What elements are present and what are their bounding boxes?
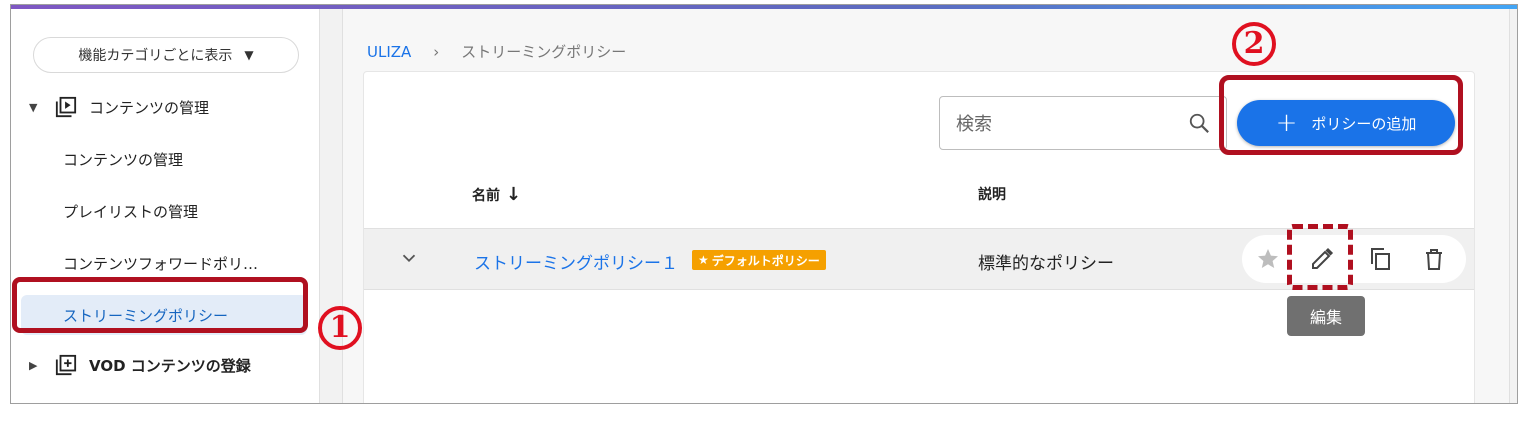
- caret-down-icon: ▼: [244, 48, 254, 62]
- sort-arrow-down-icon: ↓: [506, 184, 522, 205]
- video-library-icon: [55, 96, 77, 118]
- expand-triangle-right-icon: ▶: [29, 358, 38, 372]
- annotation-highlight-2: [1219, 75, 1463, 155]
- sidebar: 機能カテゴリごとに表示 ▼ ▼ コンテンツの管理 コンテンツの管理 プレイリスト…: [11, 9, 319, 403]
- sidebar-item-playlist[interactable]: プレイリストの管理: [63, 191, 299, 231]
- sidebar-item-label: コンテンツの管理: [63, 150, 184, 169]
- sidebar-group-label: VOD コンテンツの登録: [89, 356, 251, 375]
- column-header-name[interactable]: 名前 ↓: [472, 184, 521, 205]
- column-header-label: 説明: [978, 187, 1006, 203]
- sidebar-group-content-management[interactable]: ▼ コンテンツの管理: [29, 87, 209, 127]
- search-icon[interactable]: [1188, 112, 1210, 134]
- breadcrumb-root-link[interactable]: ULIZA: [367, 43, 411, 61]
- chevron-down-icon[interactable]: [398, 247, 420, 269]
- sidebar-group-label: コンテンツの管理: [89, 98, 210, 117]
- annotation-number-2: 2: [1232, 22, 1276, 66]
- category-select[interactable]: 機能カテゴリごとに表示 ▼: [33, 37, 299, 73]
- sidebar-item-label: コンテンツフォワードポリ…: [63, 254, 259, 273]
- breadcrumb-separator-icon: ›: [433, 42, 440, 61]
- scrollbar[interactable]: [1509, 9, 1517, 403]
- annotation-highlight-1: [12, 277, 308, 333]
- annotation-number-1: 1: [318, 306, 362, 350]
- delete-trash-icon[interactable]: [1422, 247, 1446, 271]
- breadcrumb-current: ストリーミングポリシー: [461, 43, 627, 61]
- column-header-description: 説明: [978, 184, 1006, 204]
- copy-icon[interactable]: [1368, 247, 1392, 271]
- breadcrumb: ULIZA › ストリーミングポリシー: [367, 41, 626, 62]
- sidebar-item-label: プレイリストの管理: [63, 202, 199, 221]
- star-icon: ★: [698, 253, 709, 267]
- search-placeholder: 検索: [956, 114, 992, 135]
- edit-tooltip: 編集: [1287, 296, 1365, 336]
- annotation-edit-highlight: [1287, 224, 1353, 290]
- column-header-label: 名前: [472, 187, 500, 204]
- policy-name-link[interactable]: ストリーミングポリシー１: [474, 249, 678, 274]
- policy-description: 標準的なポリシー: [978, 254, 1114, 274]
- expand-triangle-down-icon: ▼: [29, 100, 38, 114]
- sidebar-item-content[interactable]: コンテンツの管理: [63, 139, 299, 179]
- sidebar-group-vod-registration[interactable]: ▶ VOD コンテンツの登録: [29, 345, 251, 385]
- default-policy-badge: ★ デフォルトポリシー: [692, 250, 826, 270]
- row-actions: [1242, 235, 1466, 283]
- main-content: ULIZA › ストリーミングポリシー 検索 + ポリシーの追加 名前 ↓ 説明…: [343, 9, 1517, 403]
- star-icon[interactable]: [1256, 247, 1280, 271]
- search-input[interactable]: 検索: [939, 96, 1227, 150]
- app-window: 機能カテゴリごとに表示 ▼ ▼ コンテンツの管理 コンテンツの管理 プレイリスト…: [10, 4, 1518, 404]
- badge-label: デフォルトポリシー: [711, 253, 820, 268]
- category-select-label: 機能カテゴリごとに表示: [78, 48, 233, 64]
- library-add-icon: [55, 354, 77, 376]
